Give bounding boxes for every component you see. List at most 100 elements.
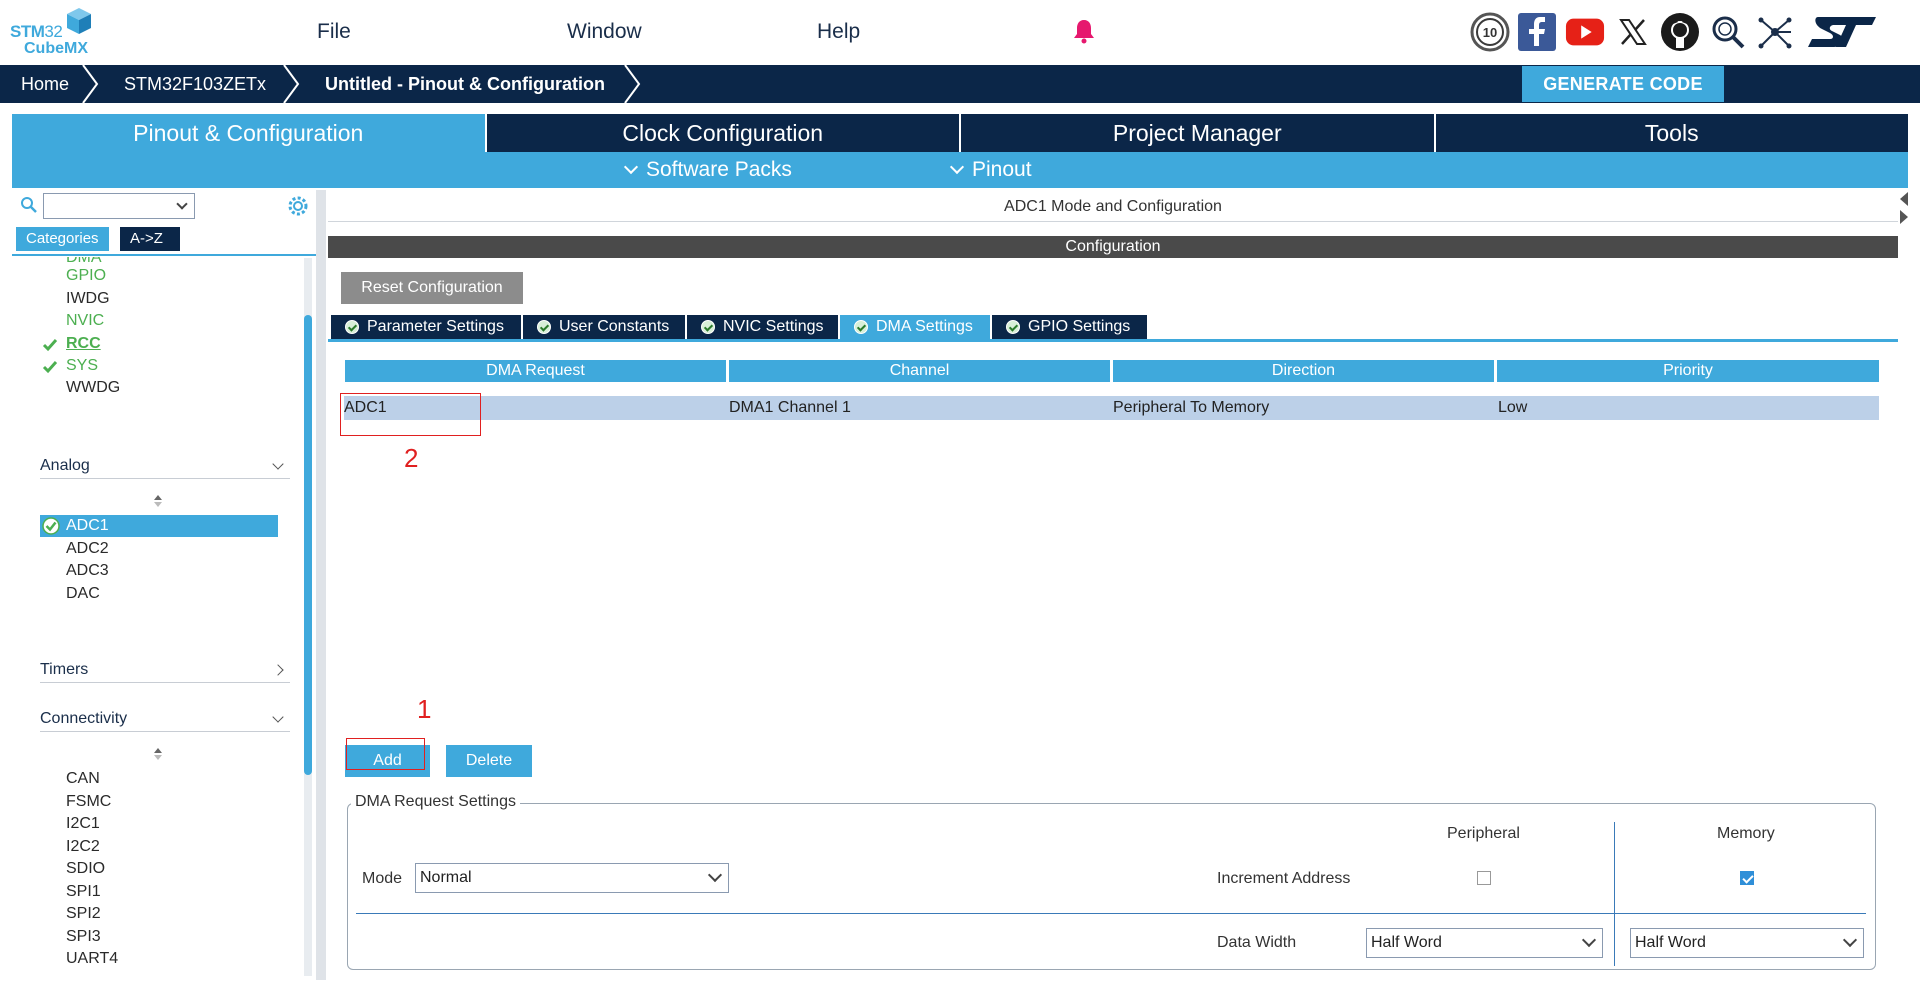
tab-tools[interactable]: Tools (1436, 114, 1909, 152)
cell-priority[interactable]: Low (1498, 396, 1527, 420)
pinout-label: Pinout (972, 158, 1032, 181)
checkmark-icon (42, 339, 58, 352)
network-icon[interactable] (1755, 12, 1795, 52)
annotation-number-1: 1 (417, 694, 432, 724)
tab-parameter-settings[interactable]: Parameter Settings (331, 315, 521, 339)
breadcrumb-current[interactable]: Untitled - Pinout & Configuration (325, 65, 605, 103)
list-item-adc2[interactable]: ADC2 (66, 538, 109, 560)
settings-divider (356, 913, 1866, 914)
list-item-wwdg[interactable]: WWDG (66, 377, 120, 399)
tab-clock-configuration[interactable]: Clock Configuration (487, 114, 961, 152)
group-analog[interactable]: Analog (40, 453, 290, 479)
group-connectivity[interactable]: Connectivity (40, 706, 290, 732)
group-timers[interactable]: Timers (40, 657, 290, 683)
list-item-fsmc[interactable]: FSMC (66, 791, 111, 813)
delete-button[interactable]: Delete (446, 745, 532, 777)
search-input[interactable] (43, 193, 195, 219)
sort-icon[interactable] (152, 747, 164, 761)
list-item-spi1[interactable]: SPI1 (66, 881, 101, 903)
youtube-icon[interactable] (1565, 12, 1605, 52)
st-logo-icon[interactable] (1806, 12, 1878, 52)
cell-direction[interactable]: Peripheral To Memory (1113, 396, 1269, 420)
anniversary-icon[interactable]: 10 (1470, 12, 1510, 52)
tab-dma-settings-label: DMA Settings (876, 318, 973, 335)
panel-divider[interactable] (316, 190, 326, 980)
menu-help[interactable]: Help (817, 20, 860, 44)
peripheral-data-width-select[interactable]: Half Word (1366, 928, 1603, 958)
tab-dma-settings[interactable]: DMA Settings (840, 315, 990, 339)
table-header-channel[interactable]: Channel (729, 360, 1110, 382)
table-header-direction[interactable]: Direction (1113, 360, 1494, 382)
list-item-adc3[interactable]: ADC3 (66, 560, 109, 582)
tab-categories[interactable]: Categories (16, 227, 109, 251)
facebook-icon[interactable] (1517, 12, 1557, 52)
list-item-spi3[interactable]: SPI3 (66, 926, 101, 948)
mode-label: Mode (362, 870, 403, 887)
main-tabs: Pinout & Configuration Clock Configurati… (12, 114, 1908, 152)
list-item-can[interactable]: CAN (66, 768, 100, 790)
search-web-icon[interactable] (1708, 12, 1748, 52)
checkmark-icon (42, 361, 58, 374)
memory-data-width-select[interactable]: Half Word (1630, 928, 1864, 958)
check-circle-icon (42, 517, 60, 535)
data-width-label: Data Width (1217, 934, 1297, 951)
reset-configuration-button[interactable]: Reset Configuration (341, 272, 523, 304)
tab-parameter-settings-label: Parameter Settings (367, 318, 504, 335)
list-item-sdio[interactable]: SDIO (66, 858, 105, 880)
chevron-down-icon (623, 159, 639, 175)
tab-a-z[interactable]: A->Z (120, 227, 180, 251)
table-header-dma-request[interactable]: DMA Request (345, 360, 726, 382)
category-list: DMA GPIO IWDG NVIC RCC SYS WWDG Analog A… (12, 257, 302, 980)
list-item-rcc[interactable]: RCC (66, 333, 101, 355)
tab-gpio-settings[interactable]: GPIO Settings (992, 315, 1147, 339)
software-packs-menu[interactable]: Software Packs (622, 152, 792, 188)
panel-title: ADC1 Mode and Configuration (328, 192, 1898, 222)
tab-user-constants-label: User Constants (559, 318, 670, 335)
table-row[interactable] (344, 396, 1879, 420)
sort-icon[interactable] (152, 494, 164, 508)
bell-icon[interactable] (1072, 18, 1096, 44)
table-header-priority[interactable]: Priority (1497, 360, 1879, 382)
memory-increment-checkbox[interactable] (1740, 871, 1754, 885)
check-circle-icon (701, 320, 715, 334)
tab-nvic-settings[interactable]: NVIC Settings (687, 315, 838, 339)
breadcrumb-home[interactable]: Home (21, 65, 69, 103)
svg-text:10: 10 (1483, 25, 1497, 40)
peripheral-increment-checkbox[interactable] (1477, 871, 1491, 885)
x-icon[interactable] (1613, 12, 1653, 52)
breadcrumb-separator-icon (624, 65, 641, 103)
pinout-menu[interactable]: Pinout (948, 152, 1032, 188)
check-circle-icon (345, 320, 359, 334)
list-item-iwdg[interactable]: IWDG (66, 288, 110, 310)
gear-icon[interactable] (287, 195, 309, 217)
peripheral-data-width-value: Half Word (1371, 934, 1442, 951)
chevron-down-icon (707, 867, 723, 883)
generate-code-button[interactable]: GENERATE CODE (1522, 66, 1724, 102)
github-icon[interactable] (1660, 12, 1700, 52)
list-item-dac[interactable]: DAC (66, 583, 100, 605)
list-item-gpio[interactable]: GPIO (66, 265, 106, 287)
menu-file[interactable]: File (317, 20, 351, 44)
software-packs-label: Software Packs (646, 158, 792, 181)
tab-user-constants[interactable]: User Constants (523, 315, 685, 339)
column-divider (1614, 822, 1615, 966)
tab-pinout-configuration[interactable]: Pinout & Configuration (12, 114, 487, 152)
list-item-nvic[interactable]: NVIC (66, 310, 104, 332)
tab-project-manager[interactable]: Project Manager (961, 114, 1436, 152)
mode-select[interactable]: Normal (415, 863, 729, 893)
list-item-uart4[interactable]: UART4 (66, 948, 118, 970)
list-item-spi2[interactable]: SPI2 (66, 903, 101, 925)
collapse-arrow-icon[interactable] (1898, 190, 1910, 230)
cell-channel[interactable]: DMA1 Channel 1 (729, 396, 851, 420)
list-item-adc1[interactable]: ADC1 (66, 515, 109, 537)
menu-window[interactable]: Window (567, 20, 642, 44)
group-analog-label: Analog (40, 457, 90, 474)
logo-text: STM32 (10, 22, 63, 42)
scrollbar-thumb[interactable] (304, 315, 312, 775)
list-item-sys[interactable]: SYS (66, 355, 98, 377)
search-icon[interactable] (20, 196, 38, 214)
top-menu-bar: STM32 CubeMX File Window Help 10 (0, 0, 1920, 65)
breadcrumb-device[interactable]: STM32F103ZETx (124, 65, 266, 103)
list-item-i2c2[interactable]: I2C2 (66, 836, 100, 858)
list-item-i2c1[interactable]: I2C1 (66, 813, 100, 835)
